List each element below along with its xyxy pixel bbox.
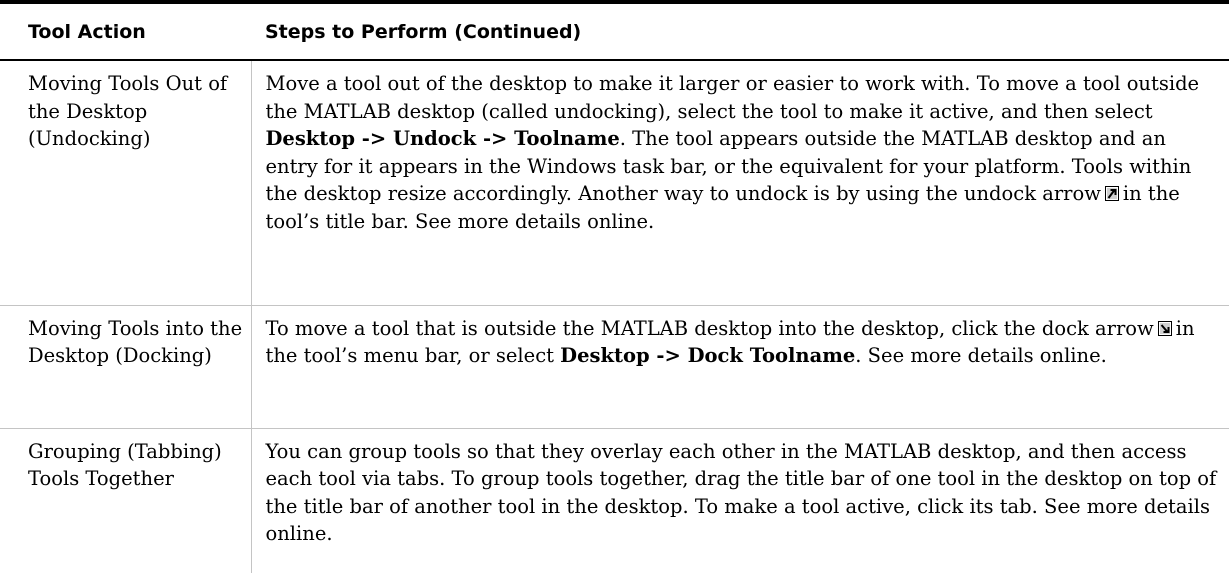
dock-arrow-icon (1157, 320, 1172, 336)
steps-cell: You can group tools so that they overlay… (251, 428, 1229, 573)
menu-path-undock: Desktop -> Undock -> Toolname (265, 127, 620, 150)
tool-action-cell: Moving Tools into the Desktop (Docking) (0, 305, 252, 429)
header-steps: Steps to Perform (Continued) (251, 0, 1229, 61)
table-header-row: Tool Action Steps to Perform (Continued) (0, 0, 1229, 61)
steps-text: . See more details online. (855, 344, 1107, 367)
steps-text: Move a tool out of the desktop to make i… (265, 72, 1200, 123)
tool-action-cell: Moving Tools Out of the Desktop (Undocki… (0, 60, 252, 306)
steps-text: You can group tools so that they overlay… (265, 439, 1217, 546)
undock-arrow-icon (1104, 186, 1119, 201)
steps-cell: Move a tool out of the desktop to make i… (251, 60, 1229, 306)
table-row: Moving Tools into the Desktop (Docking) … (0, 305, 1229, 429)
steps-cell: To move a tool that is outside the MATLA… (251, 305, 1229, 429)
tool-action-cell: Grouping (Tabbing) Tools Together (0, 428, 252, 573)
menu-path-dock: Desktop -> Dock Toolname (560, 344, 856, 367)
table-row: Moving Tools Out of the Desktop (Undocki… (0, 60, 1229, 306)
tool-actions-table: Tool Action Steps to Perform (Continued)… (0, 0, 1229, 573)
table-row: Grouping (Tabbing) Tools Together You ca… (0, 428, 1229, 573)
header-tool-action: Tool Action (0, 0, 251, 61)
steps-text: To move a tool that is outside the MATLA… (265, 316, 1154, 340)
